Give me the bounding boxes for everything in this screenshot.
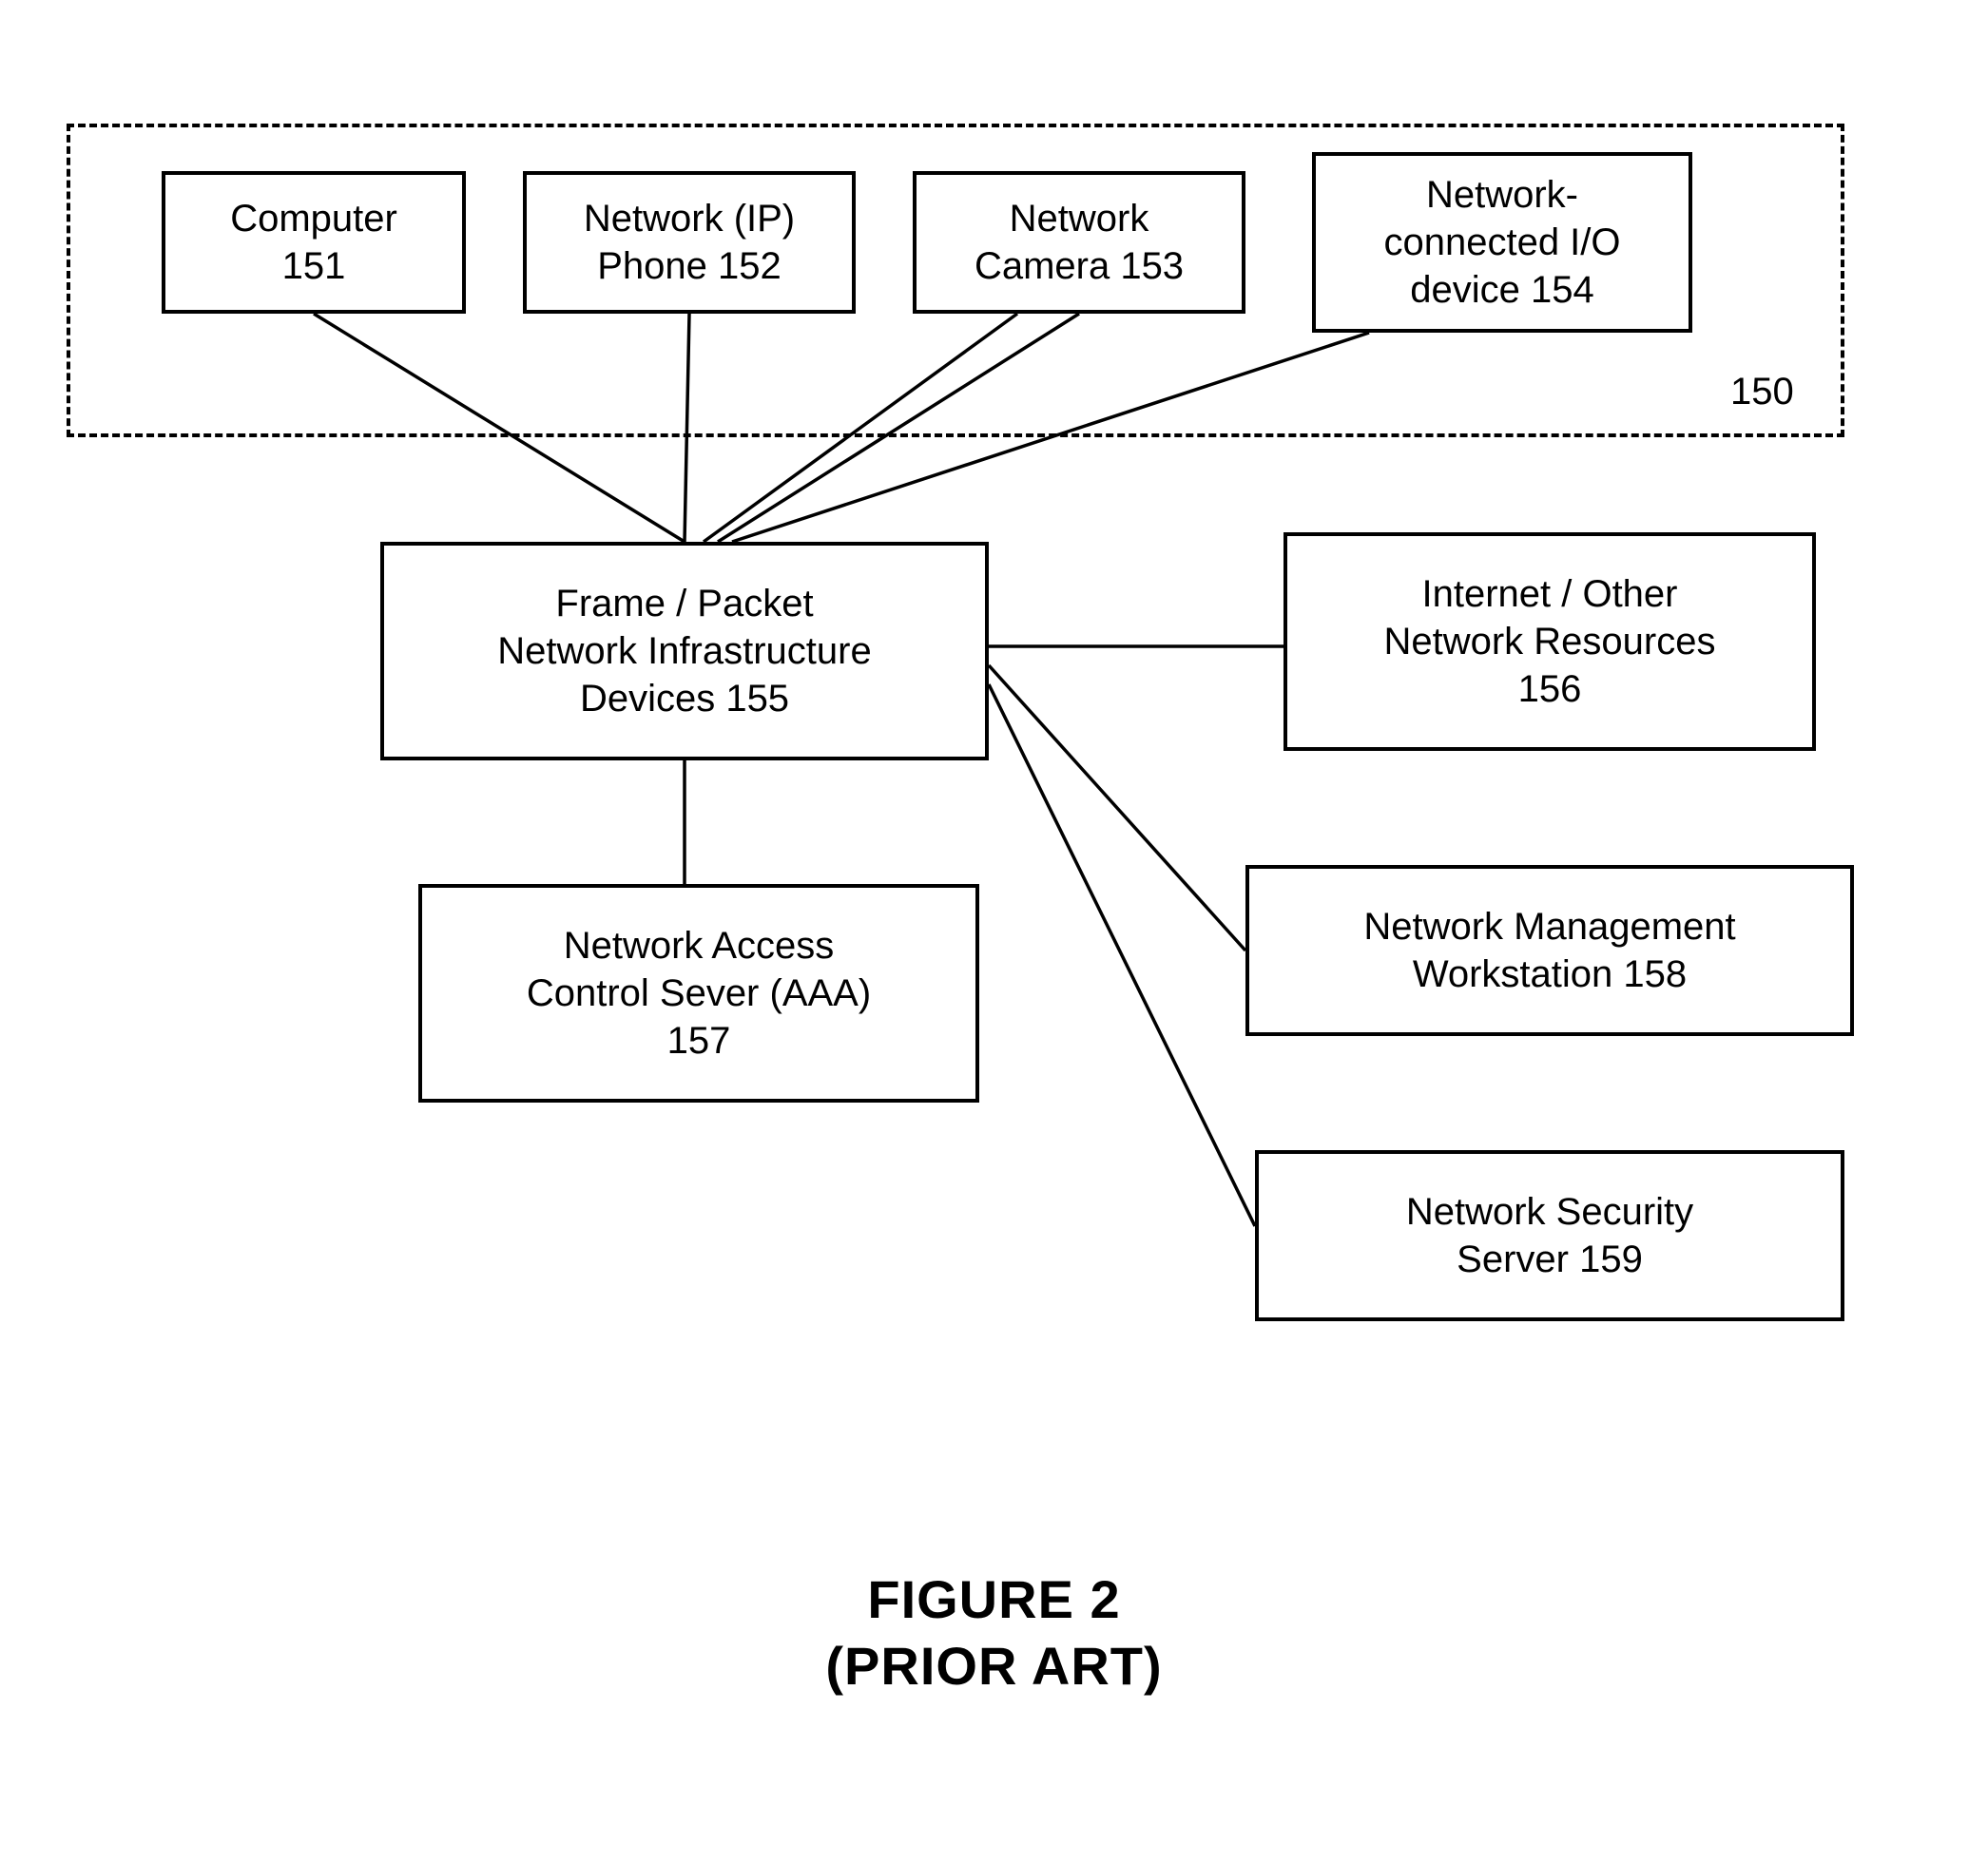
infra-line2: Network Infrastructure [497, 630, 871, 672]
diagram-canvas: 150 Computer 151 Network (IP) Phone 152 … [0, 0, 1988, 1863]
box-io-device: Network- connected I/O device 154 [1312, 152, 1692, 333]
box-internet: Internet / Other Network Resources 156 [1284, 532, 1816, 751]
aaa-line3: 157 [667, 1020, 731, 1062]
box-camera: Network Camera 153 [913, 171, 1245, 314]
ipphone-line2: Phone 152 [597, 245, 782, 287]
box-security: Network Security Server 159 [1255, 1150, 1844, 1321]
computer-line2: 151 [282, 245, 346, 287]
ipphone-line1: Network (IP) [584, 198, 795, 240]
box-computer: Computer 151 [162, 171, 466, 314]
infra-line3: Devices 155 [580, 678, 789, 720]
group-150-label: 150 [1730, 371, 1794, 413]
internet-line2: Network Resources [1383, 621, 1715, 663]
iodevice-line1: Network- [1426, 174, 1578, 216]
figure-caption-line1: FIGURE 2 [0, 1568, 1988, 1630]
aaa-line1: Network Access [564, 925, 835, 967]
box-infrastructure: Frame / Packet Network Infrastructure De… [380, 542, 989, 760]
mgmt-line1: Network Management [1363, 906, 1735, 948]
box-aaa: Network Access Control Sever (AAA) 157 [418, 884, 979, 1103]
camera-line1: Network [1010, 198, 1149, 240]
mgmt-line2: Workstation 158 [1413, 953, 1687, 995]
box-mgmt: Network Management Workstation 158 [1245, 865, 1854, 1036]
camera-line2: Camera 153 [975, 245, 1184, 287]
iodevice-line2: connected I/O [1383, 221, 1620, 263]
internet-line1: Internet / Other [1421, 573, 1677, 615]
infra-line1: Frame / Packet [555, 583, 813, 624]
computer-line1: Computer [230, 198, 397, 240]
box-ip-phone: Network (IP) Phone 152 [523, 171, 856, 314]
security-line1: Network Security [1406, 1191, 1693, 1233]
iodevice-line3: device 154 [1410, 269, 1593, 311]
figure-caption-line2: (PRIOR ART) [0, 1635, 1988, 1697]
aaa-line2: Control Sever (AAA) [527, 972, 871, 1014]
internet-line3: 156 [1518, 668, 1582, 710]
security-line2: Server 159 [1457, 1239, 1643, 1280]
